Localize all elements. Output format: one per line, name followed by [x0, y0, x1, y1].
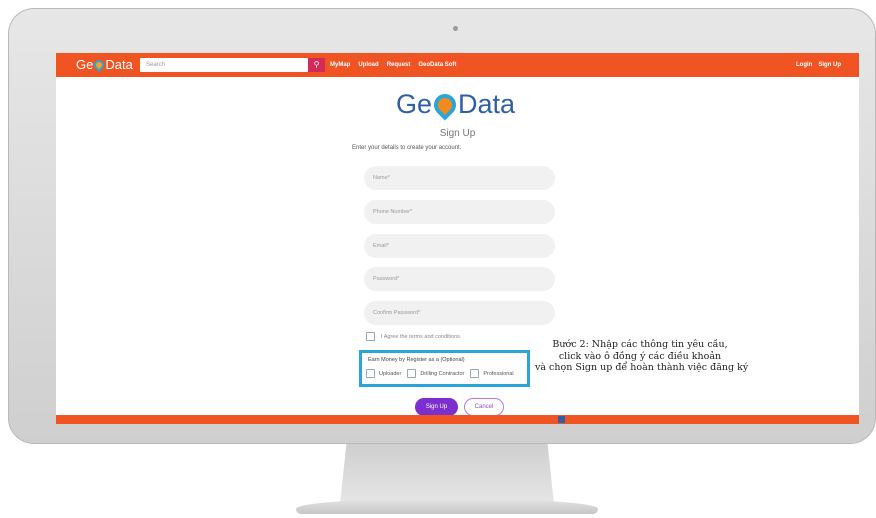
- monitor-stand-neck: [340, 444, 554, 504]
- facebook-icon[interactable]: [558, 416, 565, 423]
- camera-icon: [453, 26, 458, 31]
- earn-options: Uploader Drilling Contractor Professiona…: [366, 369, 514, 378]
- professional-checkbox[interactable]: [470, 369, 480, 378]
- drilling-contractor-label: Drilling Contractor: [420, 370, 465, 377]
- signup-link[interactable]: Sign Up: [818, 62, 841, 68]
- nav-links: MyMap Upload Request GeoData Soft: [330, 53, 456, 77]
- footer-bar: [56, 415, 859, 424]
- monitor-bezel: Ge Data Search ⚲ MyMap Upload Request Geo…: [8, 8, 876, 444]
- password-field[interactable]: Password*: [364, 267, 555, 291]
- page-title: Sign Up: [439, 128, 476, 139]
- brand-text-left: Ge: [396, 89, 433, 119]
- professional-label: Professional: [483, 370, 514, 377]
- nav-link-request[interactable]: Request: [387, 62, 411, 68]
- cancel-button[interactable]: Cancel: [464, 398, 504, 416]
- option-drilling-contractor: Drilling Contractor: [407, 369, 464, 378]
- nav-link-mymap[interactable]: MyMap: [330, 62, 350, 68]
- confirm-password-field[interactable]: Confirm Password*: [364, 301, 555, 325]
- search-input[interactable]: Search: [140, 58, 308, 72]
- navbar: Ge Data Search ⚲ MyMap Upload Request Geo…: [56, 53, 859, 77]
- nav-auth-links: Login Sign Up: [796, 53, 841, 77]
- location-pin-icon: [92, 57, 107, 72]
- search-icon: ⚲: [313, 60, 320, 69]
- brand-text-right: Data: [458, 89, 516, 119]
- nav-logo[interactable]: Ge Data: [76, 57, 133, 72]
- search-button[interactable]: ⚲: [308, 58, 325, 72]
- uploader-checkbox[interactable]: [366, 369, 375, 378]
- brand-logo: Ge Data: [396, 88, 516, 121]
- login-link[interactable]: Login: [796, 62, 812, 68]
- annotation-line-1: Bước 2: Nhập các thông tin yêu cầu,: [552, 339, 728, 350]
- drilling-contractor-checkbox[interactable]: [407, 369, 417, 378]
- option-professional: Professional: [470, 369, 514, 378]
- nav-link-geodata-soft[interactable]: GeoData Soft: [418, 62, 456, 68]
- earn-money-highlight-box: Earn Money by Register as a (Optional) U…: [359, 350, 530, 387]
- nav-link-upload[interactable]: Upload: [358, 62, 378, 68]
- form-subtitle: Enter your details to create your accoun…: [352, 145, 462, 151]
- earn-title: Earn Money by Register as a (Optional): [368, 357, 465, 363]
- monitor-stand-base: [296, 500, 598, 514]
- agree-terms: I Agree the terms and conditions.: [366, 332, 461, 341]
- option-uploader: Uploader: [366, 369, 401, 378]
- phone-field[interactable]: Phone Number*: [364, 200, 555, 224]
- name-field[interactable]: Name*: [364, 166, 555, 190]
- signup-button[interactable]: Sign Up: [415, 398, 458, 416]
- agree-checkbox[interactable]: [366, 332, 375, 341]
- location-pin-icon: [429, 88, 461, 121]
- agree-label: I Agree the terms and conditions.: [381, 333, 462, 340]
- annotation-line-2: click vào ô đồng ý các điều khoản: [558, 350, 722, 362]
- annotation-line-3: và chọn Sign up để hoàn thành việc đăng …: [535, 362, 749, 373]
- email-field[interactable]: Email*: [364, 234, 555, 258]
- uploader-label: Uploader: [379, 370, 402, 377]
- instruction-annotation: Bước 2: Nhập các thông tin yêu cầu, clic…: [535, 339, 749, 374]
